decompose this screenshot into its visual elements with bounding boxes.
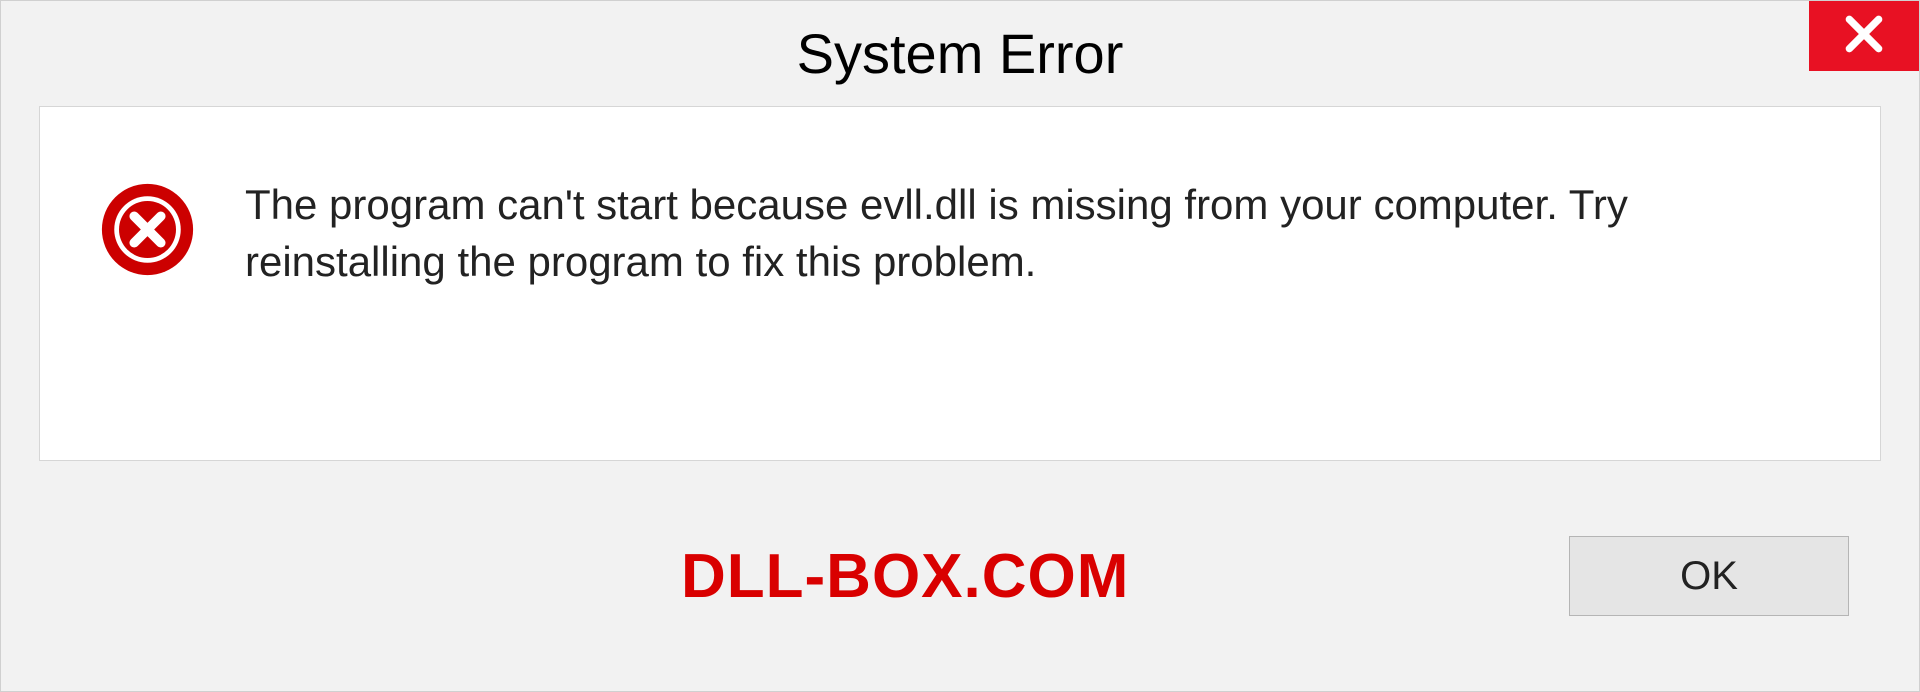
error-message: The program can't start because evll.dll… (245, 177, 1795, 290)
content-panel: The program can't start because evll.dll… (39, 106, 1881, 461)
ok-button-label: OK (1680, 554, 1738, 599)
error-icon (100, 182, 195, 277)
title-bar: System Error (1, 1, 1919, 106)
close-button[interactable] (1809, 1, 1919, 71)
dialog-title: System Error (797, 21, 1124, 86)
dialog-footer: DLL-BOX.COM OK (1, 461, 1919, 691)
ok-button[interactable]: OK (1569, 536, 1849, 616)
close-icon (1842, 12, 1886, 61)
watermark-text: DLL-BOX.COM (681, 541, 1129, 612)
error-dialog: System Error The program can't start bec… (0, 0, 1920, 692)
